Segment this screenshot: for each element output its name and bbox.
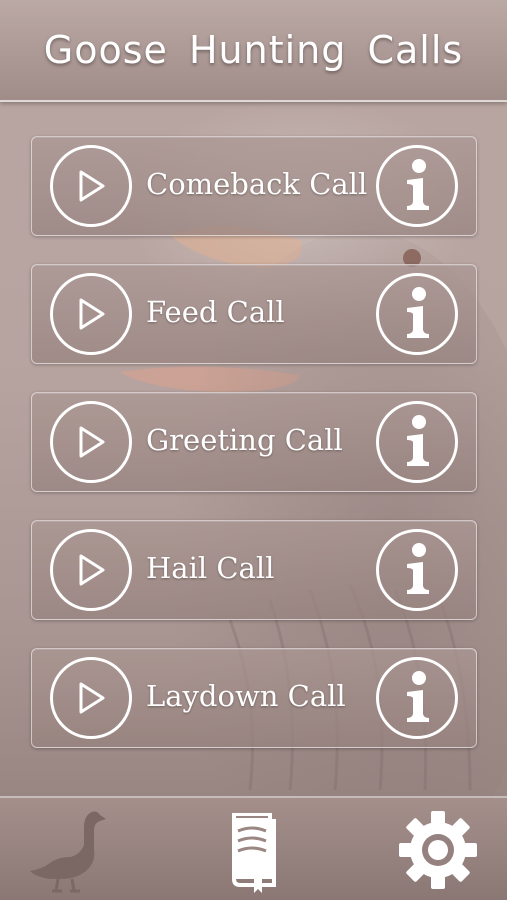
play-icon bbox=[79, 426, 105, 458]
play-button[interactable] bbox=[50, 401, 132, 483]
call-list: Comeback Call Feed Call Greeting Call Ha… bbox=[31, 136, 477, 776]
call-row-comeback[interactable]: Comeback Call bbox=[31, 136, 477, 236]
info-button[interactable] bbox=[376, 529, 458, 611]
app-header: Goose Hunting Calls bbox=[0, 0, 507, 102]
call-label: Laydown Call bbox=[146, 679, 346, 713]
page-title: Goose Hunting Calls bbox=[43, 28, 464, 72]
info-icon bbox=[407, 543, 429, 594]
call-label: Feed Call bbox=[146, 295, 285, 329]
play-icon bbox=[79, 170, 105, 202]
book-icon bbox=[232, 813, 276, 893]
tab-settings[interactable] bbox=[390, 804, 486, 896]
play-button[interactable] bbox=[50, 657, 132, 739]
play-icon bbox=[79, 298, 105, 330]
info-icon bbox=[407, 159, 429, 210]
info-button[interactable] bbox=[376, 145, 458, 227]
call-row-hail[interactable]: Hail Call bbox=[31, 520, 477, 620]
info-icon bbox=[407, 415, 429, 466]
play-icon bbox=[79, 682, 105, 714]
call-label: Greeting Call bbox=[146, 423, 343, 457]
play-icon bbox=[79, 554, 105, 586]
call-label: Hail Call bbox=[146, 551, 275, 585]
info-icon bbox=[407, 671, 429, 722]
call-row-greeting[interactable]: Greeting Call bbox=[31, 392, 477, 492]
call-label: Comeback Call bbox=[146, 167, 368, 201]
bottom-tab-bar bbox=[0, 796, 507, 900]
info-button[interactable] bbox=[376, 657, 458, 739]
call-row-laydown[interactable]: Laydown Call bbox=[31, 648, 477, 748]
goose-icon bbox=[30, 811, 106, 893]
info-button[interactable] bbox=[376, 401, 458, 483]
play-button[interactable] bbox=[50, 273, 132, 355]
play-button[interactable] bbox=[50, 529, 132, 611]
tab-goose-calls[interactable] bbox=[20, 804, 120, 896]
app-screen: Goose Hunting Calls Comeback Call Feed C… bbox=[0, 0, 507, 900]
call-row-feed[interactable]: Feed Call bbox=[31, 264, 477, 364]
gear-icon bbox=[399, 811, 477, 889]
info-icon bbox=[407, 287, 429, 338]
play-button[interactable] bbox=[50, 145, 132, 227]
info-button[interactable] bbox=[376, 273, 458, 355]
tab-guide-book[interactable] bbox=[210, 804, 298, 896]
